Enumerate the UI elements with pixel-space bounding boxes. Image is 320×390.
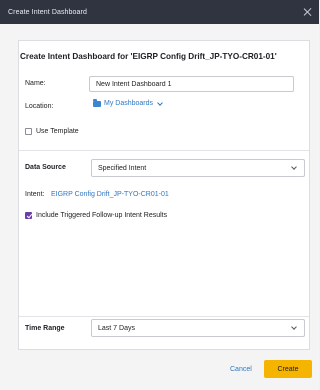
location-value: My Dashboards (104, 100, 154, 107)
time-range-select[interactable]: Last 7 Days (91, 319, 305, 337)
intent-label: Intent: (25, 191, 45, 198)
name-input[interactable] (89, 76, 294, 92)
section-divider (19, 150, 309, 151)
time-range-label: Time Range (25, 325, 65, 332)
create-intent-dashboard-dialog: Create Intent Dashboard Create Intent Da… (0, 0, 319, 390)
section-divider (19, 316, 309, 317)
dialog-title: Create Intent Dashboard (8, 8, 87, 16)
include-triggered-checkbox[interactable] (25, 212, 32, 219)
cancel-button[interactable]: Cancel (230, 366, 252, 373)
chevron-down-icon (157, 99, 163, 106)
close-icon[interactable] (303, 7, 313, 17)
include-triggered-label: Include Triggered Follow-up Intent Resul… (36, 212, 168, 219)
time-range-value: Last 7 Days (98, 324, 135, 332)
chevron-down-icon (291, 164, 297, 170)
form-heading: Create Intent Dashboard for 'EIGRP Confi… (20, 52, 277, 61)
location-selector[interactable]: My Dashboards (93, 99, 163, 107)
use-template-checkbox[interactable] (25, 128, 32, 135)
intent-link[interactable]: EIGRP Config Drift_JP-TYO-CR01-01 (51, 191, 169, 198)
name-label: Name: (25, 80, 46, 87)
dialog-titlebar: Create Intent Dashboard (0, 0, 319, 24)
chevron-down-icon (291, 324, 297, 330)
location-label: Location: (25, 103, 54, 110)
create-button[interactable]: Create (264, 360, 312, 378)
data-source-label: Data Source (25, 164, 66, 171)
folder-icon (93, 99, 101, 107)
data-source-value: Specified Intent (98, 164, 147, 172)
data-source-select[interactable]: Specified Intent (91, 159, 305, 177)
use-template-label: Use Template (36, 128, 79, 135)
